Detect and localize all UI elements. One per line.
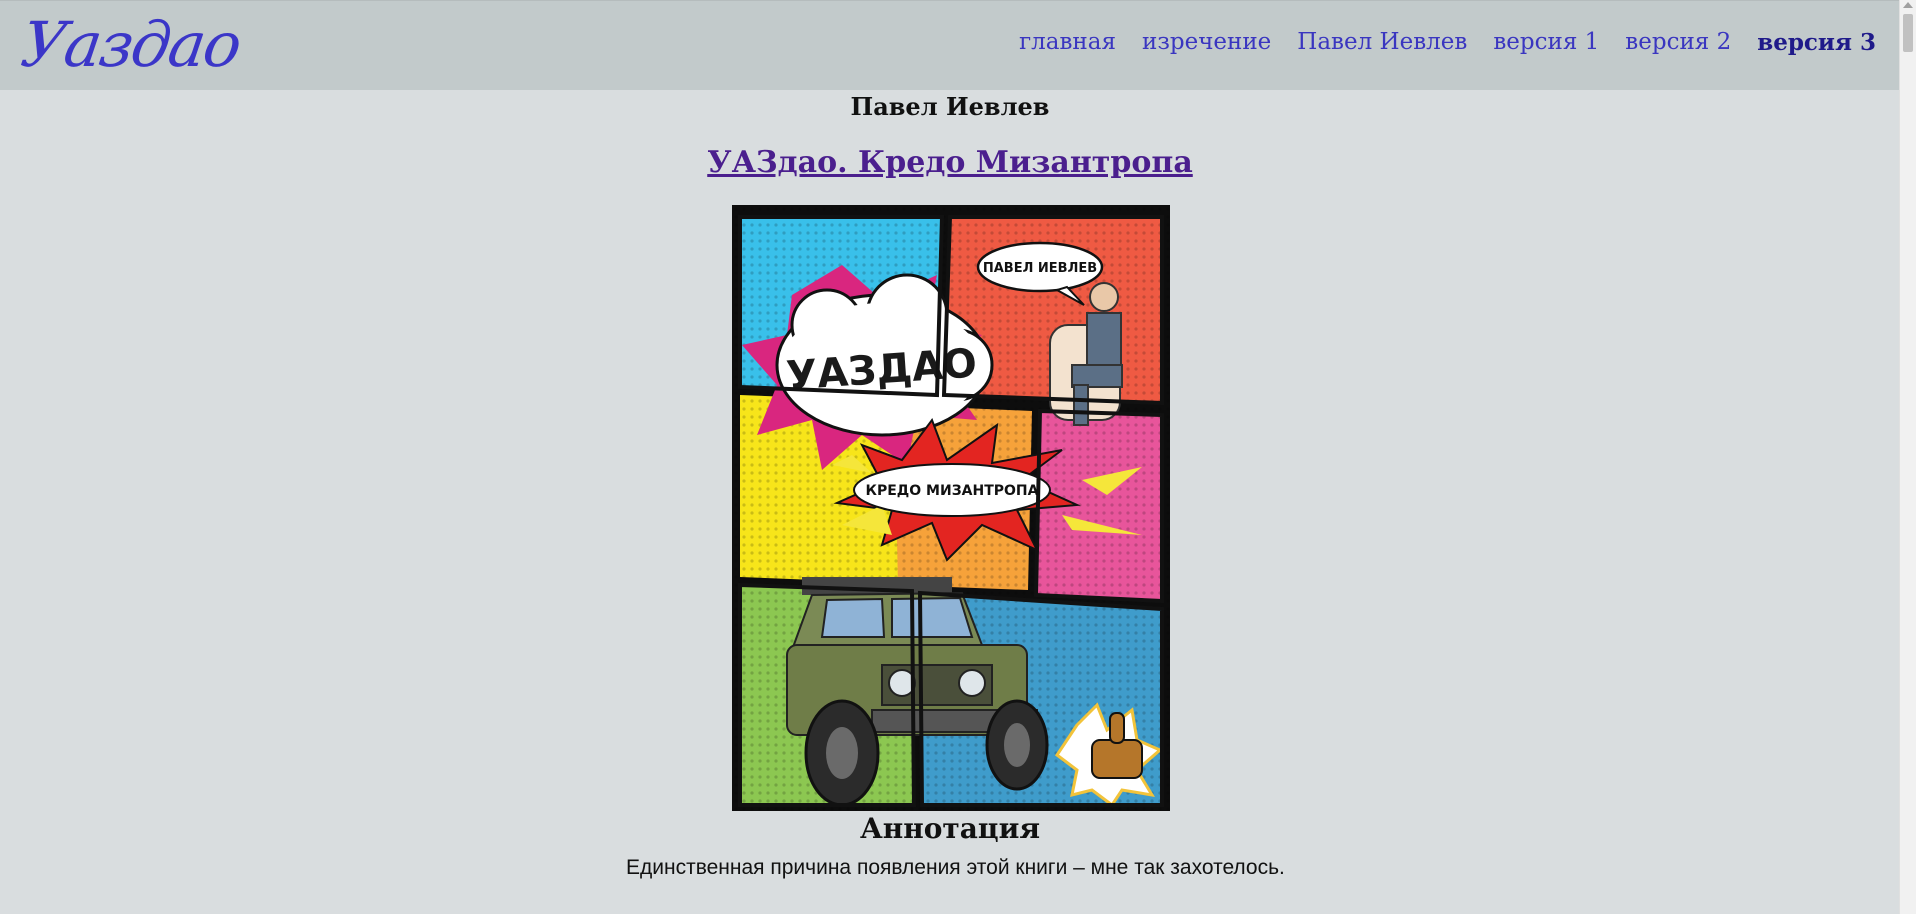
nav-item-version-2[interactable]: версия 2 <box>1625 29 1731 56</box>
annotation-text: Единственная причина появления этой книг… <box>626 856 1285 879</box>
scroll-up-arrow-icon[interactable] <box>1903 2 1913 8</box>
vertical-scrollbar[interactable] <box>1899 0 1916 914</box>
main-nav: главная изречение Павел Иевлев версия 1 … <box>1019 29 1876 56</box>
scroll-thumb[interactable] <box>1903 14 1913 52</box>
book-title: УАЗдао. Кредо Мизантропа <box>0 145 1900 180</box>
nav-item-version-3[interactable]: версия 3 <box>1757 29 1876 56</box>
book-cover-image: УАЗДАО ПАВЕЛ ИЕВЛЕВ КРЕДО МИЗАНТРОПА <box>732 205 1170 811</box>
nav-item-author[interactable]: Павел Иевлев <box>1297 29 1467 56</box>
author-heading: Павел Иевлев <box>850 92 1050 121</box>
top-navbar: Уаздао главная изречение Павел Иевлев ве… <box>0 0 1900 90</box>
cover-author-text: ПАВЕЛ ИЕВЛЕВ <box>983 261 1097 276</box>
nav-item-quote[interactable]: изречение <box>1142 29 1271 56</box>
book-cover-art: УАЗДАО ПАВЕЛ ИЕВЛЕВ КРЕДО МИЗАНТРОПА <box>732 205 1170 811</box>
site-logo[interactable]: Уаздао <box>16 5 244 85</box>
book-title-link[interactable]: УАЗдао. Кредо Мизантропа <box>707 145 1193 180</box>
nav-item-version-1[interactable]: версия 1 <box>1493 29 1599 56</box>
nav-item-home[interactable]: главная <box>1019 29 1116 56</box>
cover-subtitle-text: КРЕДО МИЗАНТРОПА <box>866 483 1039 499</box>
annotation-heading: Аннотация <box>859 812 1041 845</box>
